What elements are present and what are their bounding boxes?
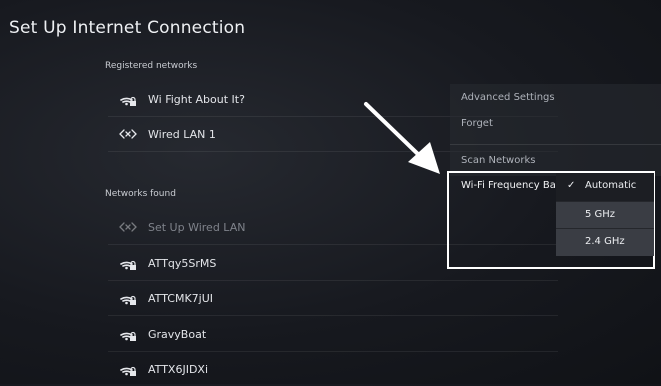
wifi-lock-icon	[116, 89, 140, 109]
page-title: Set Up Internet Connection	[9, 18, 246, 38]
network-name: Set Up Wired LAN	[148, 220, 246, 234]
wifi-lock-icon	[116, 253, 140, 273]
network-name: ATTqy5SrMS	[148, 256, 217, 270]
network-name: Wired LAN 1	[148, 127, 216, 141]
network-name: ATTCMK7jUI	[148, 291, 214, 305]
band-option-5ghz[interactable]: 5 GHz	[556, 201, 654, 229]
wifi-frequency-band-label[interactable]: Wi-Fi Frequency Ba	[461, 180, 556, 191]
scan-networks-option[interactable]: Scan Networks	[461, 155, 535, 166]
band-option-2-4ghz[interactable]: 2.4 GHz	[556, 228, 654, 256]
band-option-automatic[interactable]: ✓ Automatic	[556, 173, 654, 201]
network-name: GravyBoat	[148, 327, 207, 341]
wired-lan-icon	[116, 124, 140, 144]
wifi-lock-icon	[116, 359, 140, 379]
advanced-settings-option[interactable]: Advanced Settings	[461, 92, 555, 103]
networks-found-heading: Networks found	[105, 189, 176, 199]
network-name: ATTX6JIDXi	[148, 362, 209, 376]
checkmark-icon: ✓	[567, 180, 576, 191]
registered-networks-heading: Registered networks	[105, 61, 198, 71]
found-network-row[interactable]: ATTX6JIDXi	[108, 352, 558, 386]
network-name: Wi Fight About It?	[148, 92, 245, 106]
wifi-lock-icon	[116, 288, 140, 308]
wired-lan-icon	[116, 217, 140, 237]
frequency-band-dropdown[interactable]: ✓ Automatic 5 GHz 2.4 GHz	[556, 173, 654, 257]
found-network-row[interactable]: ATTCMK7jUI	[108, 281, 558, 316]
forget-option[interactable]: Forget	[461, 118, 493, 129]
annotation-arrow-icon	[364, 102, 440, 174]
menu-divider	[450, 144, 661, 145]
found-network-row[interactable]: GravyBoat	[108, 317, 558, 352]
wifi-lock-icon	[116, 324, 140, 344]
